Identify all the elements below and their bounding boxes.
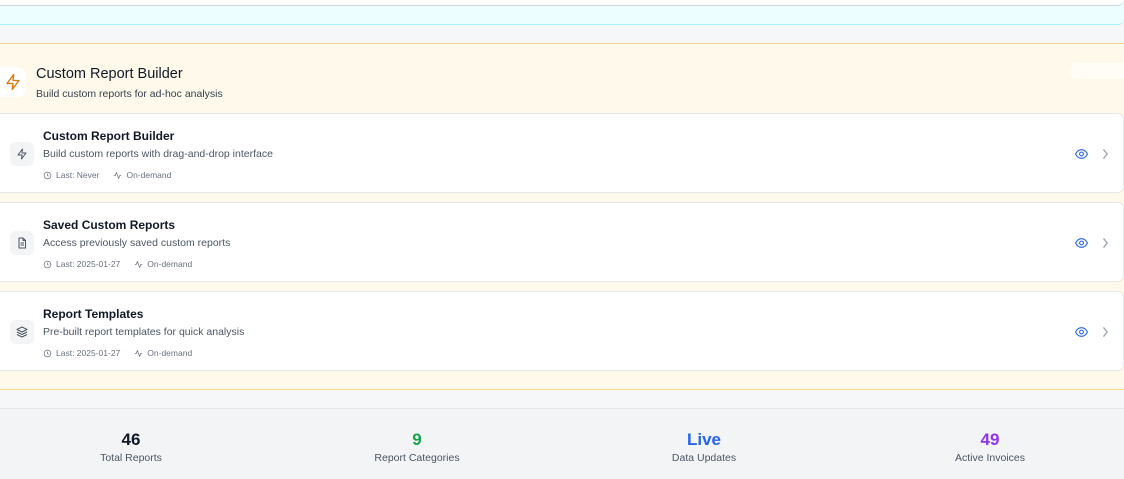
- lightning-icon: [0, 67, 26, 97]
- report-card-custom-report-builder[interactable]: Custom Report Builder Build custom repor…: [0, 113, 1124, 193]
- section-badge: [1069, 63, 1124, 79]
- section-title: Custom Report Builder: [36, 66, 183, 82]
- previous-section-bottom: [0, 0, 1124, 25]
- section-subtitle: Build custom reports for ad-hoc analysis: [36, 88, 223, 100]
- report-description: Access previously saved custom reports: [43, 237, 231, 249]
- clock-icon: [43, 171, 52, 179]
- stat-data-updates: Live Data Updates: [604, 429, 804, 465]
- stat-label: Report Categories: [374, 452, 460, 464]
- report-card-saved-custom-reports[interactable]: Saved Custom Reports Access previously s…: [0, 202, 1124, 282]
- report-last-run: Last: Never: [56, 170, 100, 180]
- stat-value: 46: [121, 430, 141, 449]
- report-meta: Last: 2025-01-27 On-demand: [43, 347, 192, 359]
- report-last-run: Last: 2025-01-27: [56, 348, 121, 358]
- stat-value: Live: [686, 430, 722, 449]
- report-frequency: On-demand: [147, 259, 193, 269]
- report-last-run: Last: 2025-01-27: [56, 259, 121, 269]
- custom-report-builder-section: Custom Report Builder Build custom repor…: [0, 43, 1124, 390]
- activity-icon: [135, 349, 143, 357]
- report-frequency: On-demand: [126, 170, 172, 180]
- layers-icon: [10, 320, 34, 344]
- stats-footer: 46 Total Reports 9 Report Categories Liv…: [0, 408, 1124, 479]
- lightning-icon: [10, 142, 34, 166]
- chevron-right-icon[interactable]: [1100, 325, 1110, 339]
- report-title: Report Templates: [43, 307, 144, 321]
- stat-active-invoices: 49 Active Invoices: [890, 429, 1090, 465]
- eye-icon[interactable]: [1074, 148, 1088, 160]
- report-title: Saved Custom Reports: [43, 218, 176, 232]
- previous-card-bottom: [0, 0, 1124, 6]
- stat-total-reports: 46 Total Reports: [31, 429, 231, 465]
- report-meta: Last: Never On-demand: [43, 169, 171, 181]
- report-meta: Last: 2025-01-27 On-demand: [43, 258, 192, 270]
- eye-icon[interactable]: [1074, 326, 1088, 338]
- clock-icon: [43, 349, 52, 357]
- report-frequency: On-demand: [147, 348, 193, 358]
- document-icon: [10, 231, 34, 255]
- stat-label: Data Updates: [671, 452, 737, 464]
- report-card-report-templates[interactable]: Report Templates Pre-built report templa…: [0, 291, 1124, 371]
- report-title: Custom Report Builder: [43, 129, 175, 143]
- chevron-right-icon[interactable]: [1100, 236, 1110, 250]
- report-description: Build custom reports with drag-and-drop …: [43, 148, 273, 160]
- report-description: Pre-built report templates for quick ana…: [43, 326, 245, 338]
- eye-icon[interactable]: [1074, 237, 1088, 249]
- stat-label: Total Reports: [100, 452, 162, 464]
- stat-report-categories: 9 Report Categories: [317, 429, 517, 465]
- chevron-right-icon[interactable]: [1100, 147, 1110, 161]
- section-header[interactable]: Custom Report Builder Build custom repor…: [0, 44, 1124, 114]
- activity-icon: [135, 260, 143, 268]
- stat-value: 49: [980, 430, 1000, 449]
- stat-label: Active Invoices: [954, 452, 1026, 464]
- clock-icon: [43, 260, 52, 268]
- activity-icon: [114, 171, 122, 179]
- stat-value: 9: [412, 430, 422, 449]
